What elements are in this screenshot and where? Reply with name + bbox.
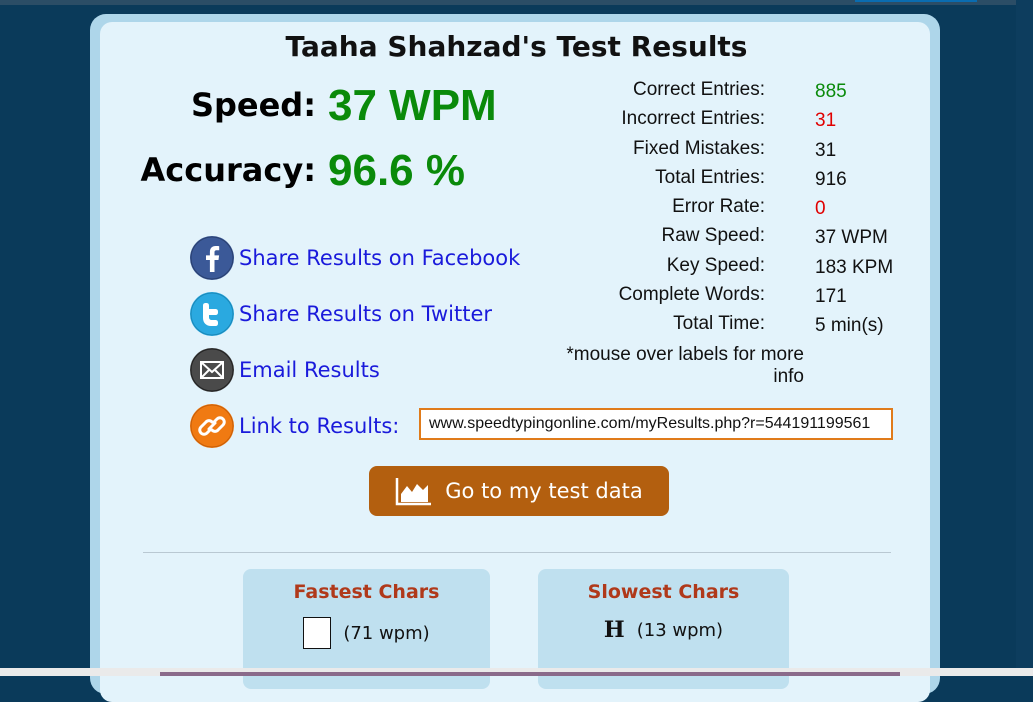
share-facebook-link[interactable]: Share Results on Facebook	[239, 246, 520, 270]
go-button-label: Go to my test data	[445, 479, 643, 503]
section-divider	[143, 552, 891, 553]
fastest-char-row: (71 wpm)	[243, 617, 490, 649]
stat-complete-words: Complete Words: 171	[560, 284, 960, 313]
share-twitter[interactable]: Share Results on Twitter	[190, 292, 492, 336]
stat-value: 183 KPM	[815, 256, 894, 278]
bottom-edge	[0, 668, 1033, 676]
stat-fixed-mistakes: Fixed Mistakes: 31	[560, 138, 960, 167]
stat-value: 37 WPM	[815, 227, 888, 249]
stat-key-speed: Key Speed: 183 KPM	[560, 255, 960, 284]
stat-label[interactable]: Total Time:	[673, 313, 765, 335]
facebook-icon[interactable]	[190, 236, 234, 280]
slowest-chars-title: Slowest Chars	[587, 581, 740, 603]
stat-value: 0	[815, 198, 826, 220]
stat-value: 31	[815, 139, 837, 161]
stat-value: 885	[815, 81, 847, 102]
go-to-test-data-button[interactable]: Go to my test data	[369, 466, 669, 516]
page-title: Taaha Shahzad's Test Results	[285, 30, 748, 63]
page-gutter	[1016, 0, 1033, 676]
stat-value: 5 min(s)	[815, 315, 884, 337]
chart-area-icon	[396, 478, 432, 506]
stat-value: 31	[815, 110, 837, 132]
fastest-char-speed: (71 wpm)	[343, 622, 430, 644]
slowest-char-speed: (13 wpm)	[636, 619, 724, 641]
share-email[interactable]: Email Results	[190, 348, 380, 392]
speed-label: Speed:	[190, 86, 316, 124]
stat-label[interactable]: Total Entries:	[655, 167, 765, 189]
results-url-field[interactable]	[419, 408, 893, 440]
share-twitter-link[interactable]: Share Results on Twitter	[239, 302, 492, 326]
slowest-char-row: H (13 wpm)	[538, 617, 789, 643]
stat-label[interactable]: Incorrect Entries:	[621, 108, 765, 130]
email-results-link[interactable]: Email Results	[239, 358, 380, 382]
stat-raw-speed: Raw Speed: 37 WPM	[560, 225, 960, 254]
top-bar-accent	[855, 0, 977, 2]
stat-label[interactable]: Key Speed:	[667, 255, 765, 277]
stat-label[interactable]: Complete Words:	[619, 284, 765, 306]
fastest-char-glyph	[303, 617, 332, 649]
link-to-results: Link to Results:	[190, 404, 399, 448]
share-facebook[interactable]: Share Results on Facebook	[190, 236, 520, 280]
link-to-results-label: Link to Results:	[239, 414, 400, 438]
email-icon[interactable]	[190, 348, 234, 392]
stat-label[interactable]: Fixed Mistakes:	[633, 138, 765, 160]
mouse-over-note: *mouse over labels for more info	[566, 344, 804, 387]
stat-incorrect-entries: Incorrect Entries: 31	[560, 108, 960, 137]
stat-total-time: Total Time: 5 min(s)	[560, 313, 960, 342]
stat-label[interactable]: Error Rate:	[672, 196, 765, 218]
fastest-chars-title: Fastest Chars	[293, 581, 440, 603]
stat-error-rate: Error Rate: 0	[560, 196, 960, 225]
stat-value: 916	[815, 168, 847, 190]
stat-label[interactable]: Raw Speed:	[661, 225, 765, 247]
stats-list: Correct Entries: 885 Incorrect Entries: …	[560, 79, 960, 343]
stat-label[interactable]: Correct Entries:	[633, 79, 765, 101]
link-icon	[190, 404, 234, 448]
accuracy-label: Accuracy:	[140, 151, 316, 189]
accuracy-value: 96.6 %	[328, 146, 465, 195]
stat-value: 171	[815, 286, 847, 308]
slowest-char-glyph: H	[603, 617, 625, 643]
twitter-icon[interactable]	[190, 292, 234, 336]
stat-correct-entries: Correct Entries: 885	[560, 79, 960, 108]
speed-value: 37 WPM	[328, 81, 497, 130]
stat-total-entries: Total Entries: 916	[560, 167, 960, 196]
